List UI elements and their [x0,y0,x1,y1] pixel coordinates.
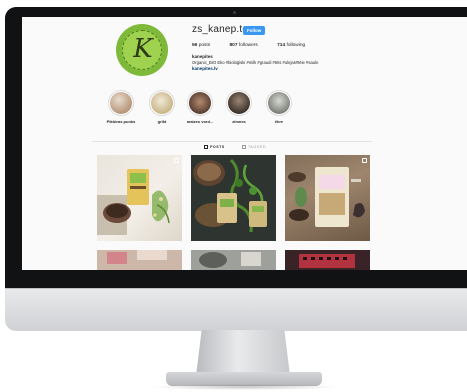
stat-followers[interactable]: 807 followers [230,43,258,48]
camera-icon [233,11,236,14]
multi-post-icon [362,158,367,163]
tab-tagged[interactable]: TAGGED [242,145,266,149]
monitor-stand [196,330,290,376]
post-image [285,250,370,270]
post-thumbnail[interactable] [191,155,276,241]
highlight-item[interactable]: ēkre [262,90,296,124]
profile-stats: 56 posts 807 followers 714 following [192,43,323,48]
highlight-item[interactable]: grīkt [145,90,179,124]
post-thumbnail[interactable] [285,155,370,241]
logo-letter-icon: K [133,34,153,64]
profile-display-name: kanepites [192,54,213,59]
monitor-chin [5,288,467,331]
post-image [97,169,170,235]
highlight-item[interactable]: Piktūras punks [104,90,138,124]
post-image [191,250,276,270]
profile-page: K zs_kanep.tes Follow 56 posts 807 follo… [92,17,372,270]
post-image [97,250,182,270]
post-image [193,158,267,233]
tab-posts[interactable]: POSTS [204,145,225,149]
screen: K zs_kanep.tes Follow 56 posts 807 follo… [22,17,467,270]
avatar-logo: K [122,30,162,70]
post-image [285,155,370,241]
stat-following[interactable]: 714 following [277,43,305,48]
stand-shadow [150,384,340,390]
post-thumbnail[interactable] [97,250,182,270]
highlight-item[interactable]: zimnes [222,90,256,124]
tag-icon [242,145,246,149]
profile-tabs: POSTS TAGGED [92,141,372,154]
post-thumbnail[interactable] [285,250,370,270]
stat-posts: 56 posts [192,43,211,48]
follow-button[interactable]: Follow [243,26,266,35]
highlight-item[interactable]: maizes vord... [183,90,217,124]
story-highlights: Piktūras punks grīkt maizes vord... zimn… [92,90,372,130]
post-thumbnail[interactable] [97,155,182,241]
avatar[interactable]: K [116,24,168,76]
post-thumbnail[interactable] [191,250,276,270]
profile-bio: Organic_BIO Eko #bioloģiski #milk #graud… [192,60,319,65]
multi-post-icon [174,158,179,163]
profile-link[interactable]: kanepites.lv [192,66,218,71]
grid-icon [204,145,208,149]
